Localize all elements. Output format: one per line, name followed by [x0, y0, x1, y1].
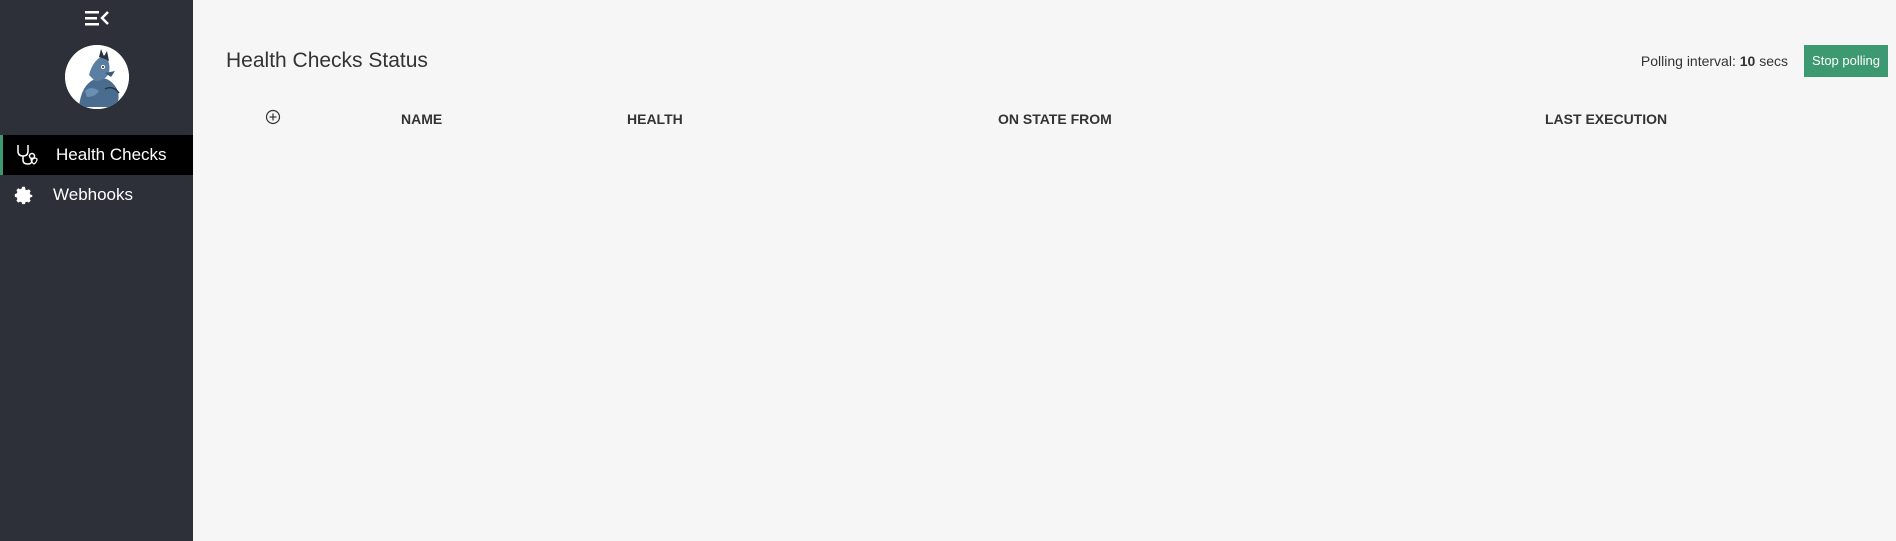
sidebar: Health Checks Webhooks	[0, 0, 193, 541]
page-title: Health Checks Status	[226, 49, 428, 72]
sidebar-item-label: Health Checks	[56, 145, 167, 164]
polling-label: Polling interval:	[1640, 53, 1736, 69]
app-root: Health Checks Webhooks Health Checks Sta…	[0, 0, 1896, 541]
stethoscope-icon	[15, 144, 39, 166]
stop-polling-button[interactable]: Stop polling	[1804, 45, 1888, 77]
sidebar-item-label: Webhooks	[53, 185, 134, 204]
column-header-last-execution[interactable]: LAST EXECUTION	[1545, 111, 1667, 127]
sidebar-item-webhooks[interactable]: Webhooks	[0, 175, 193, 215]
polling-interval: Polling interval: 10 secs	[1641, 52, 1788, 70]
column-header-name[interactable]: NAME	[401, 111, 442, 127]
polling-value: 10	[1739, 53, 1756, 69]
main-content: Health Checks Status Polling interval: 1…	[193, 0, 1896, 541]
table-header: NAME HEALTH ON STATE FROM LAST EXECUTION	[193, 108, 1896, 128]
column-header-health[interactable]: HEALTH	[627, 111, 683, 127]
sidebar-item-health-checks[interactable]: Health Checks	[0, 135, 193, 175]
avatar	[65, 45, 129, 109]
polling-unit: secs	[1759, 53, 1788, 69]
column-header-on-state-from[interactable]: ON STATE FROM	[998, 111, 1112, 127]
gear-icon	[12, 184, 36, 206]
menu-toggle-icon[interactable]	[83, 9, 111, 27]
